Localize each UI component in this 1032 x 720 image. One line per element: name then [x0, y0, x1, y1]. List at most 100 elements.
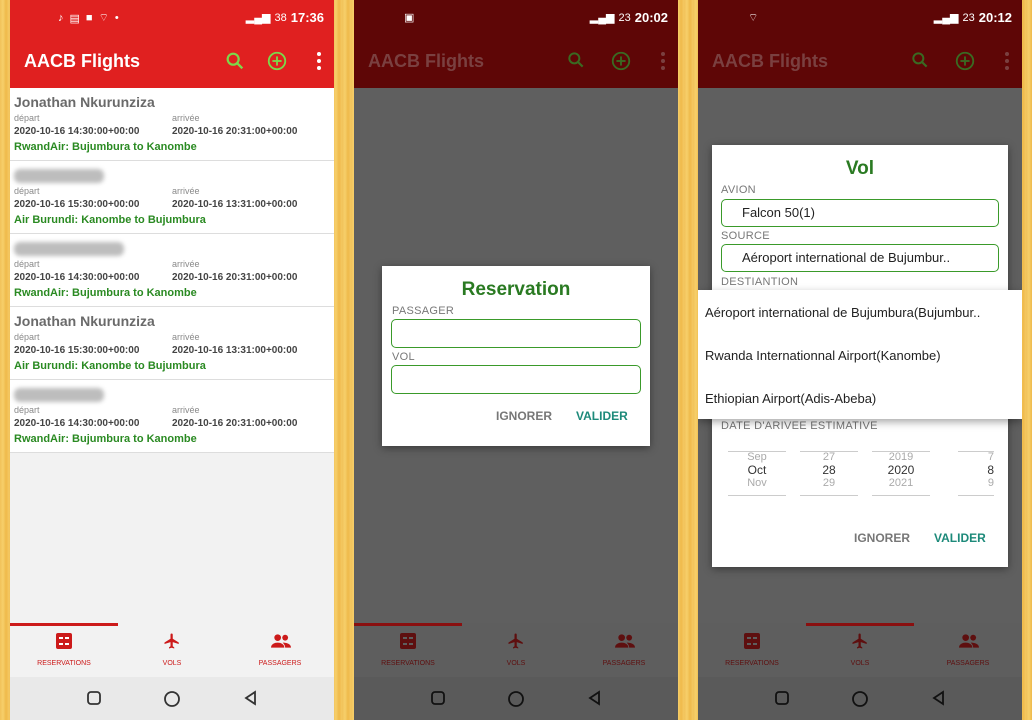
- list-item[interactable]: Jonathan Nkurunziza départ arrivée 2020-…: [10, 88, 334, 161]
- cancel-button[interactable]: IGNORER: [854, 531, 910, 545]
- dropdown-option[interactable]: Ethiopian Airport(Adis-Abeba): [705, 391, 876, 406]
- flight-route: RwandAir: Bujumbura to Kanombe: [14, 287, 197, 299]
- search-icon[interactable]: [224, 50, 246, 72]
- list-item[interactable]: départ arrivée 2020-10-16 14:30:00+00:00…: [10, 234, 334, 307]
- depart-label: départ: [14, 332, 40, 342]
- depart-label: départ: [14, 405, 40, 415]
- confirm-button[interactable]: VALIDER: [576, 409, 628, 423]
- vol-label: VOL: [392, 351, 415, 363]
- bottom-navigation: RESERVATIONS VOLS PASSAGERS: [354, 623, 678, 677]
- tab-label: RESERVATIONS: [37, 660, 91, 667]
- search-icon[interactable]: [910, 50, 932, 72]
- arrive-time: 2020-10-16 13:31:00+00:00: [172, 345, 298, 356]
- home-icon[interactable]: [507, 690, 525, 713]
- list-item[interactable]: départ arrivée 2020-10-16 15:30:00+00:00…: [10, 161, 334, 234]
- tab-reservations[interactable]: RESERVATIONS: [354, 623, 462, 677]
- airplane-icon: [507, 632, 525, 650]
- phone-screen-reservations: ♪ ▤ ■ ⌔ • ▂▄▆ 38 17:36 AACB Flights Jona…: [10, 0, 334, 720]
- picker-prev: 7: [987, 451, 994, 463]
- flight-route: Air Burundi: Kanombe to Bujumbura: [14, 360, 206, 372]
- back-icon[interactable]: [587, 690, 603, 711]
- arrive-time: 2020-10-16 20:31:00+00:00: [172, 272, 298, 283]
- picker-next: Nov: [747, 477, 767, 489]
- app-title: AACB Flights: [368, 51, 484, 71]
- add-circle-icon[interactable]: [610, 50, 632, 72]
- phone-screen-vol-dialog: ⌔ ▂▄▆ 23 20:12 AACB Flights Vol AVION Fa…: [698, 0, 1022, 720]
- recents-icon[interactable]: [430, 690, 446, 711]
- music-icon: ♪: [58, 12, 64, 24]
- wifi-icon: ⌔: [748, 12, 759, 24]
- picker-selected: 2020: [887, 463, 915, 477]
- app-bar: AACB Flights: [698, 36, 1022, 88]
- recents-icon[interactable]: [774, 690, 790, 711]
- reservations-icon: [399, 632, 417, 650]
- tab-label: RESERVATIONS: [381, 660, 435, 667]
- picker-divider: [800, 495, 858, 496]
- vol-field[interactable]: [391, 365, 641, 394]
- notification-icons: ♪ ▤ ■ ⌔ •: [58, 11, 119, 25]
- notification-icons: ⌔: [748, 11, 758, 25]
- avion-field[interactable]: Falcon 50(1): [721, 199, 999, 227]
- hour-picker[interactable]: 7 8 9: [958, 451, 994, 489]
- picker-next: 2021: [888, 477, 914, 489]
- message-icon: ▤: [69, 12, 80, 25]
- more-vert-icon[interactable]: [1004, 52, 1010, 70]
- recents-icon[interactable]: [86, 690, 102, 711]
- home-icon[interactable]: [851, 690, 869, 713]
- tab-passagers[interactable]: PASSAGERS: [226, 623, 334, 677]
- add-circle-icon[interactable]: [954, 50, 976, 72]
- passager-field[interactable]: [391, 319, 641, 348]
- tab-vols[interactable]: VOLS: [118, 623, 226, 677]
- home-icon[interactable]: [163, 690, 181, 713]
- arrival-date-label: DATE D'ARIVEE ESTIMATIVE: [721, 420, 878, 432]
- tab-passagers[interactable]: PASSAGERS: [570, 623, 678, 677]
- clock: 17:36: [290, 10, 324, 25]
- search-icon[interactable]: [566, 50, 588, 72]
- list-item[interactable]: Jonathan Nkurunziza départ arrivée 2020-…: [10, 307, 334, 380]
- picker-divider: [872, 495, 930, 496]
- notification-icons: ▣: [404, 11, 414, 24]
- picker-prev: Sep: [747, 451, 767, 463]
- add-circle-icon[interactable]: [266, 50, 288, 72]
- tab-reservations[interactable]: RESERVATIONS: [698, 623, 806, 677]
- dropdown-option[interactable]: Rwanda Internationnal Airport(Kanombe): [705, 348, 941, 363]
- system-navigation: [354, 677, 678, 720]
- tab-label: RESERVATIONS: [725, 660, 779, 667]
- passenger-name-redacted: [14, 169, 104, 183]
- confirm-button[interactable]: VALIDER: [934, 531, 986, 545]
- arrive-label: arrivée: [172, 186, 200, 196]
- month-picker[interactable]: Sep Oct Nov: [728, 451, 786, 489]
- tab-passagers[interactable]: PASSAGERS: [914, 623, 1022, 677]
- tab-reservations[interactable]: RESERVATIONS: [10, 623, 118, 677]
- tab-label: VOLS: [506, 660, 526, 667]
- tab-vols[interactable]: VOLS: [462, 623, 570, 677]
- destination-dropdown: Aéroport international de Bujumbura(Buju…: [698, 290, 1022, 419]
- arrive-label: arrivée: [172, 259, 200, 269]
- passenger-name: Jonathan Nkurunziza: [14, 94, 155, 110]
- battery-icon: 38: [274, 11, 287, 24]
- tab-vols[interactable]: VOLS: [806, 623, 914, 677]
- year-picker[interactable]: 2019 2020 2021: [872, 451, 930, 489]
- source-field[interactable]: Aéroport international de Bujumbur..: [721, 244, 999, 272]
- battery-icon: 23: [618, 11, 631, 24]
- back-icon[interactable]: [931, 690, 947, 711]
- signal-icon: ▂▄▆: [245, 12, 271, 24]
- active-tab-indicator: [354, 623, 462, 626]
- dot-icon: •: [114, 12, 119, 24]
- dropdown-option[interactable]: Aéroport international de Bujumbura(Buju…: [705, 305, 980, 320]
- depart-time: 2020-10-16 15:30:00+00:00: [14, 199, 140, 210]
- dialog-title: Reservation: [461, 279, 571, 300]
- phone-screen-reservation-dialog: ▣ ▂▄▆ 23 20:02 AACB Flights Reservation …: [354, 0, 678, 720]
- more-vert-icon[interactable]: [660, 52, 666, 70]
- day-picker[interactable]: 27 28 29: [800, 451, 858, 489]
- picker-next: 29: [822, 477, 836, 489]
- picker-prev: 27: [822, 451, 836, 463]
- more-vert-icon[interactable]: [316, 52, 322, 70]
- passenger-name-redacted: [14, 242, 124, 256]
- back-icon[interactable]: [243, 690, 259, 711]
- clock: 20:12: [978, 10, 1012, 25]
- cancel-button[interactable]: IGNORER: [496, 409, 552, 423]
- app-bar: AACB Flights: [354, 36, 678, 88]
- list-item[interactable]: départ arrivée 2020-10-16 14:30:00+00:00…: [10, 380, 334, 453]
- system-navigation: [10, 677, 334, 720]
